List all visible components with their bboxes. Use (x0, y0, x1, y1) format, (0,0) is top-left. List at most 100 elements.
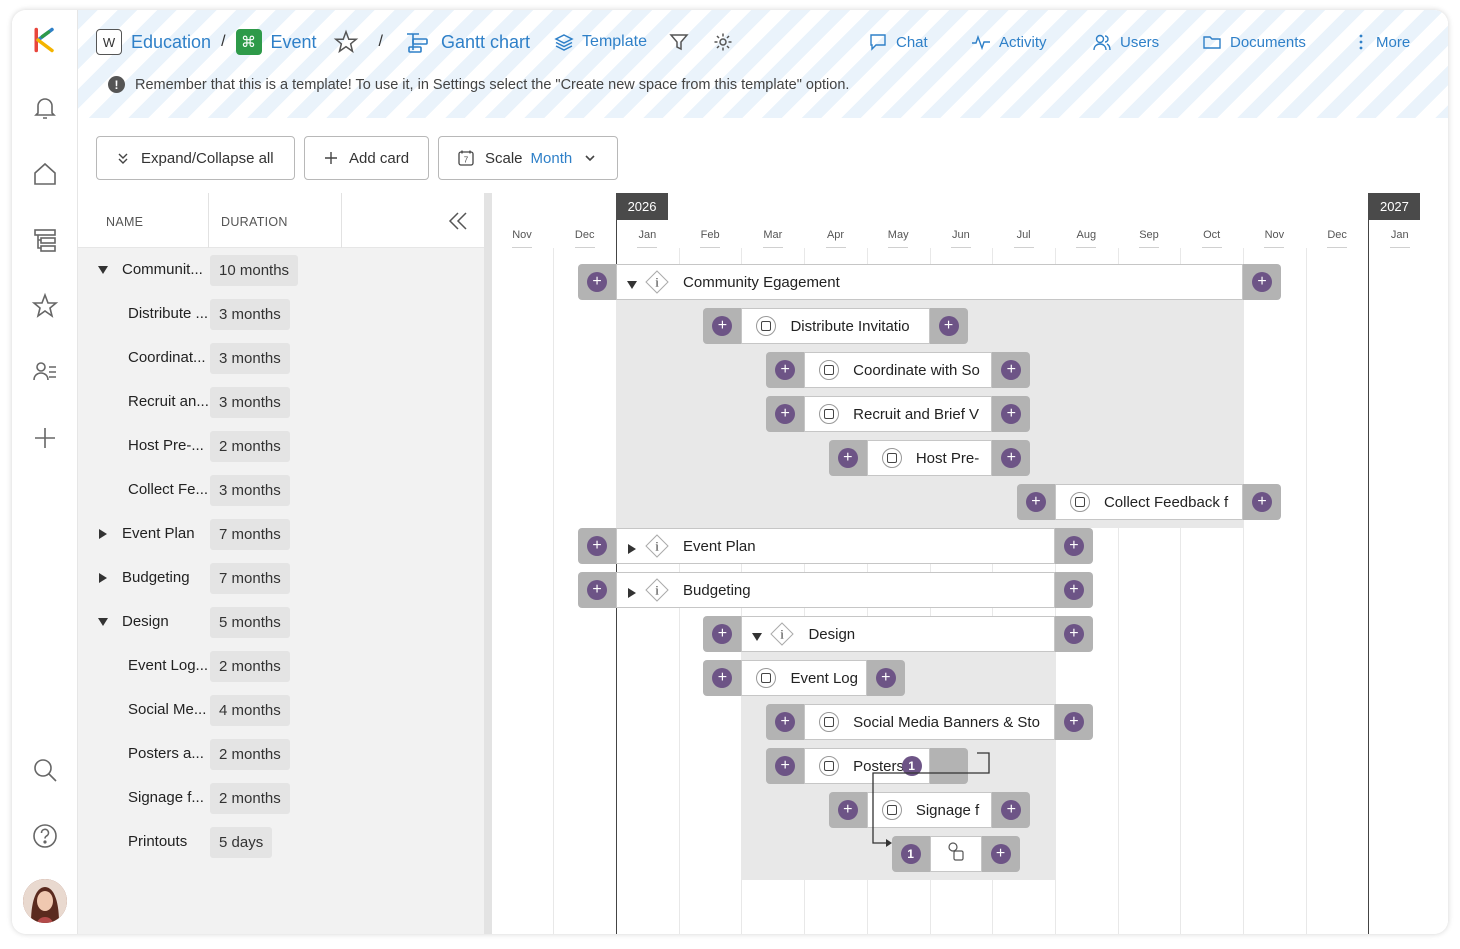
add-card-button[interactable]: Add card (304, 136, 429, 180)
task-row[interactable]: Distribute ... 3 months (78, 292, 492, 336)
task-checkbox-icon[interactable] (819, 712, 840, 732)
gantt-task-bar[interactable]: + Collect Feedback f + (1016, 484, 1282, 520)
task-checkbox-icon[interactable] (756, 668, 777, 688)
gantt-task-bar[interactable]: + Event Log + (703, 660, 905, 696)
collapse-panel-icon[interactable] (446, 209, 470, 233)
gantt-group-bar[interactable]: + i Design + (703, 616, 1093, 652)
caret-down-icon[interactable] (97, 263, 109, 275)
nav-activity[interactable]: Activity (971, 31, 1047, 53)
nav-more[interactable]: More (1354, 31, 1410, 53)
expand-collapse-button[interactable]: Expand/Collapse all (96, 136, 295, 180)
bar-body[interactable]: Event Log (741, 660, 867, 696)
user-list-icon[interactable] (29, 356, 61, 388)
template-tag[interactable]: Template (554, 32, 647, 52)
add-after-plus-icon[interactable]: + (1063, 580, 1084, 600)
add-icon[interactable] (29, 422, 61, 454)
breadcrumb-workspace[interactable]: Education (131, 32, 211, 53)
caret-right-icon[interactable] (97, 527, 109, 539)
caret-right-icon[interactable] (627, 585, 637, 598)
task-row[interactable]: Signage f... 2 months (78, 776, 492, 820)
add-before-plus-icon[interactable]: + (775, 756, 796, 776)
add-after-plus-icon[interactable]: + (1063, 536, 1084, 556)
add-after-plus-icon[interactable]: + (875, 668, 896, 688)
favorite-star-icon[interactable] (333, 29, 359, 55)
caret-down-icon[interactable] (752, 629, 763, 641)
add-after-plus-icon[interactable]: + (990, 844, 1011, 864)
bar-body[interactable]: Collect Feedback f (1054, 484, 1244, 520)
add-after-plus-icon[interactable]: + (1001, 360, 1022, 380)
task-row[interactable]: Collect Fe... 3 months (78, 468, 492, 512)
task-row[interactable]: Budgeting 7 months (78, 556, 492, 600)
bar-body[interactable]: Recruit and Brief V (804, 396, 993, 432)
tree-icon[interactable] (29, 224, 61, 256)
add-after-plus-icon[interactable]: + (1063, 624, 1084, 644)
add-after-plus-icon[interactable]: + (1001, 800, 1022, 820)
task-row[interactable]: Design 5 months (78, 600, 492, 644)
gantt-group-bar[interactable]: + i Budgeting + (578, 572, 1093, 608)
bar-body[interactable]: Social Media Banners & Sto (804, 704, 1055, 740)
add-after-plus-icon[interactable]: + (1252, 272, 1273, 292)
gear-icon[interactable] (713, 32, 733, 52)
bar-body[interactable]: i Budgeting (616, 572, 1055, 608)
gantt-task-bar[interactable]: + Recruit and Brief V + (766, 396, 1031, 432)
task-row[interactable]: Printouts 5 days (78, 820, 492, 864)
task-row[interactable]: Communit... 10 months (78, 248, 492, 292)
task-row[interactable]: Posters a... 2 months (78, 732, 492, 776)
bar-body[interactable]: i Community Egagement (616, 264, 1244, 300)
bar-body[interactable]: Distribute Invitatio (741, 308, 930, 344)
task-checkbox-icon[interactable] (881, 800, 902, 820)
task-checkbox-icon[interactable] (1069, 492, 1090, 512)
add-before-plus-icon[interactable]: + (775, 712, 796, 732)
dependency-count-badge[interactable]: 1 (901, 756, 922, 776)
task-checkbox-icon[interactable] (819, 404, 840, 424)
caret-right-icon[interactable] (627, 541, 637, 554)
dependency-count-badge[interactable]: 1 (900, 844, 921, 864)
caret-right-icon[interactable] (97, 571, 109, 583)
task-checkbox-icon[interactable] (756, 316, 777, 336)
info-diamond-icon[interactable]: i (645, 578, 669, 602)
task-row[interactable]: Event Log... 2 months (78, 644, 492, 688)
add-after-plus-icon[interactable]: + (1001, 404, 1022, 424)
nav-documents[interactable]: Documents (1202, 31, 1306, 53)
search-icon[interactable] (29, 754, 61, 786)
bar-body[interactable]: i Design (741, 616, 1055, 652)
gantt-group-bar[interactable]: + i Event Plan + (578, 528, 1093, 564)
avatar[interactable] (23, 879, 67, 923)
add-before-plus-icon[interactable]: + (837, 800, 858, 820)
bar-body[interactable]: Signage f (866, 792, 993, 828)
view-gantt[interactable]: Gantt chart (405, 30, 530, 54)
add-before-plus-icon[interactable]: + (587, 536, 608, 556)
add-after-plus-icon[interactable]: + (938, 316, 959, 336)
panel-splitter[interactable] (484, 193, 492, 934)
task-row[interactable]: Social Me... 4 months (78, 688, 492, 732)
add-after-plus-icon[interactable]: + (1252, 492, 1273, 512)
add-after-plus-icon[interactable]: + (1001, 448, 1022, 468)
add-before-plus-icon[interactable]: + (712, 624, 733, 644)
add-after-plus-icon[interactable]: + (1063, 712, 1084, 732)
task-checkbox-icon[interactable] (881, 448, 902, 468)
task-row[interactable]: Recruit an... 3 months (78, 380, 492, 424)
gantt-task-bar[interactable]: + Social Media Banners & Sto + (766, 704, 1093, 740)
info-diamond-icon[interactable]: i (645, 534, 669, 558)
bar-body[interactable]: i Event Plan (616, 528, 1055, 564)
gantt-task-bar[interactable]: +Posters a+1 (766, 748, 968, 784)
add-before-plus-icon[interactable]: + (775, 360, 796, 380)
task-checkbox-icon[interactable] (819, 360, 840, 380)
caret-down-icon[interactable] (627, 277, 638, 289)
gantt-task-bar[interactable]: + Signage f + (828, 792, 1031, 828)
gantt-milestone-bar[interactable]: ++1 (891, 836, 1020, 872)
add-before-plus-icon[interactable]: + (1025, 492, 1046, 512)
add-before-plus-icon[interactable]: + (587, 272, 608, 292)
filter-icon[interactable] (669, 32, 689, 52)
add-before-plus-icon[interactable]: + (775, 404, 796, 424)
breadcrumb-space[interactable]: Event (271, 32, 317, 53)
info-diamond-icon[interactable]: i (770, 622, 795, 646)
help-icon[interactable] (29, 820, 61, 852)
home-icon[interactable] (29, 158, 61, 190)
gantt-task-bar[interactable]: + Distribute Invitatio + (703, 308, 968, 344)
column-duration-header[interactable]: DURATION (221, 215, 288, 229)
column-name-header[interactable]: NAME (106, 215, 143, 229)
add-before-plus-icon[interactable]: + (712, 316, 733, 336)
nav-chat[interactable]: Chat (868, 31, 928, 53)
star-icon[interactable] (29, 290, 61, 322)
